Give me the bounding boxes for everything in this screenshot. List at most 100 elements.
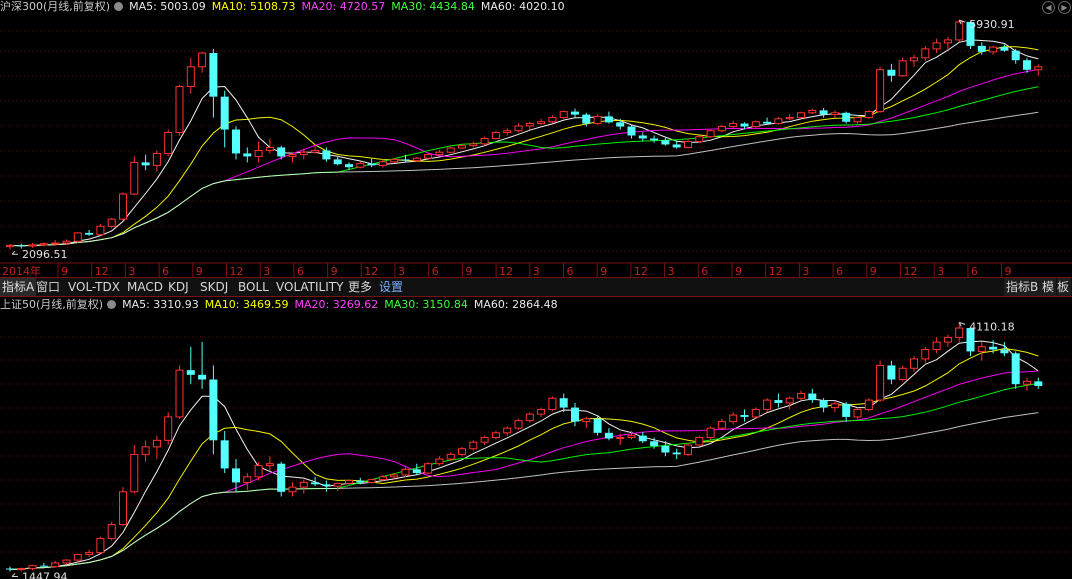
candle-body bbox=[277, 147, 286, 157]
candle-body bbox=[345, 480, 353, 484]
ma10-label: MA10: 3469.59 bbox=[204, 298, 289, 311]
candle-body bbox=[491, 432, 500, 439]
candle-body bbox=[729, 123, 738, 128]
candle-body bbox=[503, 130, 512, 134]
tab-kdj[interactable]: KDJ bbox=[168, 278, 198, 296]
tab-more[interactable]: 更多 bbox=[348, 278, 374, 296]
candle-body bbox=[627, 126, 636, 136]
candle-body bbox=[1011, 50, 1020, 61]
candle-body bbox=[175, 369, 184, 418]
candle-body bbox=[243, 153, 252, 157]
tab-window[interactable]: 窗口 bbox=[36, 278, 66, 296]
candle-body bbox=[51, 562, 60, 568]
candle-body bbox=[107, 218, 116, 227]
candle-body bbox=[650, 138, 659, 141]
candle-body bbox=[412, 469, 421, 474]
candle-body bbox=[593, 115, 602, 125]
candle-body bbox=[797, 393, 805, 399]
candle-body bbox=[932, 341, 941, 351]
candle-body bbox=[717, 126, 726, 132]
candle-body bbox=[458, 448, 466, 455]
ma60-label: MA60: 4020.10 bbox=[480, 0, 565, 13]
tab-skdj[interactable]: SKDJ bbox=[200, 278, 236, 296]
candle-body bbox=[684, 140, 692, 148]
panel-menu-icon[interactable] bbox=[107, 300, 117, 309]
tab-macd[interactable]: MACD bbox=[127, 278, 165, 296]
candle-body bbox=[288, 486, 297, 493]
candle-body bbox=[73, 553, 82, 561]
tab-template-1[interactable]: 模 bbox=[1042, 278, 1056, 296]
candle-body bbox=[356, 163, 365, 168]
candle-body bbox=[808, 109, 817, 114]
candle-body bbox=[503, 427, 512, 434]
candle-body bbox=[571, 111, 579, 115]
tab-indicator-a[interactable]: 指标A bbox=[0, 278, 36, 296]
candle-body bbox=[186, 370, 195, 375]
candle-body bbox=[356, 480, 365, 483]
candle-body bbox=[525, 413, 534, 422]
candle-body bbox=[910, 358, 918, 369]
candle-body bbox=[333, 159, 342, 165]
candle-body bbox=[1034, 381, 1043, 387]
candle-body bbox=[265, 463, 274, 467]
candle-body bbox=[164, 416, 173, 441]
candle-body bbox=[28, 565, 37, 570]
tab-boll[interactable]: BOLL bbox=[238, 278, 274, 296]
candle-body bbox=[774, 118, 783, 125]
scroll-right-icon[interactable]: ▶ bbox=[1058, 1, 1071, 14]
candle-body bbox=[96, 225, 105, 236]
candle-body bbox=[740, 123, 749, 127]
candle-body bbox=[932, 42, 941, 50]
ma20-line bbox=[9, 370, 1039, 570]
tab-volatility[interactable]: VOLATILITY bbox=[276, 278, 346, 296]
low-marker-arrow bbox=[11, 250, 18, 255]
candle-body bbox=[186, 66, 195, 88]
tab-indicator-b[interactable]: 指标B bbox=[1004, 278, 1042, 296]
candle-body bbox=[571, 407, 579, 422]
candle-body bbox=[672, 144, 681, 148]
candle-body bbox=[435, 151, 444, 156]
scroll-left-icon[interactable]: ◀ bbox=[1042, 1, 1055, 14]
candle-body bbox=[265, 146, 274, 151]
candle-body bbox=[785, 117, 794, 120]
candle-body bbox=[921, 349, 930, 360]
top-panel-title: 沪深300(月线,前复权) bbox=[0, 0, 111, 13]
bottom-panel-title: 上证50(月线,前复权) bbox=[0, 298, 104, 311]
candle-body bbox=[830, 403, 839, 409]
candle-body bbox=[446, 453, 455, 460]
candle-body bbox=[390, 158, 399, 163]
candle-body bbox=[548, 117, 557, 123]
candle-body bbox=[401, 159, 410, 161]
candle-body bbox=[367, 163, 376, 166]
tab-settings[interactable]: 设置 bbox=[379, 278, 407, 296]
candle-body bbox=[898, 60, 907, 77]
candle-body bbox=[830, 112, 839, 116]
high-price-label: 4110.18 bbox=[969, 320, 1015, 333]
indicator-toolbar: 指标A 窗口 VOL-TDX MACD KDJ SKDJ BOLL VOLATI… bbox=[0, 277, 1072, 297]
candle-body bbox=[616, 437, 625, 440]
ma30-label: MA30: 4434.84 bbox=[391, 0, 475, 13]
candle-body bbox=[198, 52, 207, 68]
candle-body bbox=[39, 565, 48, 567]
candle-body bbox=[299, 151, 308, 156]
candle-body bbox=[740, 415, 749, 417]
candle-body bbox=[424, 154, 433, 159]
tab-template-2[interactable]: 板 bbox=[1057, 278, 1071, 296]
candle-body bbox=[1011, 353, 1020, 385]
candle-body bbox=[537, 121, 546, 125]
low-price-label: 1447.94 bbox=[22, 571, 68, 579]
tab-vol-tdx[interactable]: VOL-TDX bbox=[68, 278, 124, 296]
candle-body bbox=[141, 162, 150, 166]
candle-body bbox=[943, 336, 952, 343]
candle-body bbox=[1023, 60, 1031, 70]
candle-body bbox=[604, 432, 613, 439]
candle-body bbox=[220, 440, 229, 469]
ma20-label: MA20: 4720.57 bbox=[301, 0, 386, 13]
candle-body bbox=[220, 96, 229, 130]
candle-body bbox=[887, 365, 896, 380]
panel-menu-icon[interactable] bbox=[114, 2, 124, 11]
ma5-label: MA5: 5003.09 bbox=[129, 0, 206, 13]
candle-body bbox=[977, 346, 986, 352]
candle-body bbox=[51, 242, 60, 245]
candle-body bbox=[582, 418, 591, 423]
